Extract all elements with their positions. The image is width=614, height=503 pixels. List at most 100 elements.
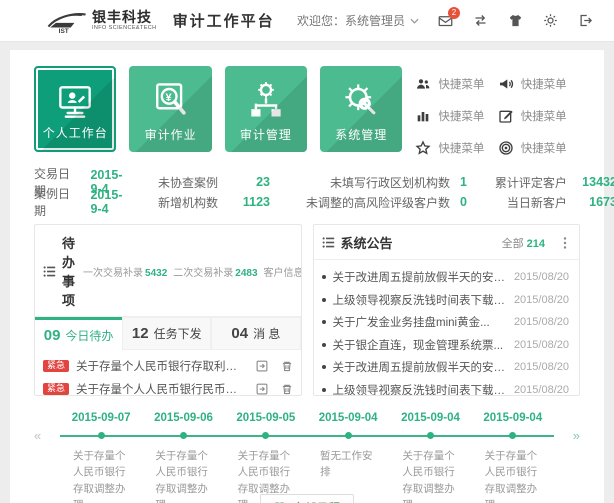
panels: 待办事项 一次交易补录5432 二次交易补录2483 客户信息补录86 09 今… [34,224,580,396]
announcement-item: 关于改进周五提前放假半天的安排通知... 2015/08/20 [322,356,570,379]
page-title: 审计工作平台 [173,10,275,31]
todo-item: 紧急 关于存量个人民币银行存取利率调整... [43,354,293,377]
bullet-icon [322,388,326,392]
quick-menu-label: 快捷菜单 [438,108,484,124]
announcements-title: 系统公告 [341,233,393,252]
gear-icon [543,13,558,28]
timeline-next-button[interactable]: » [573,428,580,443]
logout-button[interactable] [576,12,594,30]
open-item-icon [256,360,268,372]
settings-button[interactable] [541,12,559,30]
brand-logo-icon: IST [46,8,88,34]
announcement-title[interactable]: 关于广发金业务挂盘mini黄金... [333,314,507,330]
timeline-event[interactable]: 2015-09-07 关于存量个人民币银行存取调整办理。 [60,412,142,503]
timeline-event[interactable]: 2015-09-04 暂无工作安排 [307,412,389,503]
chevron-down-icon [410,18,419,24]
stat-label: 未填写行政区划机构数 [300,174,450,191]
todo-item: 紧急 关于存量个人人民币银行民币银行存取利率调整... [43,377,293,396]
stat-value: 23 [230,175,270,189]
trash-icon [281,383,293,395]
announcement-item: 上级领导视察反洗钱时间表下载链接... 2015/08/20 [322,379,570,397]
tab-today-todo[interactable]: 09 今日待办 [35,317,122,350]
quick-menu-item-report[interactable]: 快捷菜单 [415,108,497,124]
quick-menu-label: 快捷菜单 [438,76,484,92]
tab-messages[interactable]: 04 消 息 [211,317,300,350]
quick-menu-label: 快捷菜单 [521,140,567,156]
archive-button[interactable] [256,383,268,395]
announcements-header: 系统公告 全部 214 [314,225,580,260]
quick-menu-item-announce[interactable]: 快捷菜单 [498,76,580,92]
quick-menu-label: 快捷菜单 [521,108,567,124]
mail-badge: 2 [448,7,460,19]
announcement-title[interactable]: 上级领导视察反洗钱时间表下载链接... [333,382,507,396]
view-all-link[interactable]: 全部 214 [502,235,545,251]
tile-audit-work[interactable]: ¥ 审计作业 [129,66,211,152]
stat-value: 1673 [577,195,614,209]
timeline-dot-icon [98,432,105,439]
stat-group-dates: 交易日期2015-9-4 案例日期2015-9-4 [34,172,132,212]
timeline-text: 关于存量个人民币银行存取调整办理。 [472,448,554,503]
brand: IST 银丰科技 INFO SCIENCE&TECH 审计工作平台 [46,8,275,34]
archive-button[interactable] [256,360,268,372]
announcement-title[interactable]: 上级领导视察反洗钱时间表下载链接... [333,292,507,308]
quick-menu-item-edit[interactable]: 快捷菜单 [498,108,580,124]
announcement-date: 2015/08/20 [514,361,569,373]
quick-menu-item-users[interactable]: 快捷菜单 [415,76,497,92]
timeline-event[interactable]: 2015-09-04 关于存量个人民币银行存取调整办理。 [472,412,554,503]
todo-panel-header: 待办事项 一次交易补录5432 二次交易补录2483 客户信息补录86 [35,225,301,317]
quick-menu-item-favorites[interactable]: 快捷菜单 [415,140,497,156]
tab-task-dispatch[interactable]: 12 任务下发 [122,317,211,350]
svg-text:¥: ¥ [165,92,172,104]
announcement-title[interactable]: 关于银企直连，现金管理系统票... [333,337,507,353]
announcement-title[interactable]: 关于改进周五提前放假半天的安排通知... [333,269,507,285]
delete-button[interactable] [281,360,293,372]
timeline-event[interactable]: 2015-09-04 关于存量个人民币银行存取调整办理。 [389,412,471,503]
topbar-actions: 欢迎您：系统管理员 2 [297,12,594,30]
list-icon [43,265,56,278]
quick-menu-item-target[interactable]: 快捷菜单 [498,140,580,156]
todo-item-title[interactable]: 关于存量个人民币银行存取利率调整... [76,358,248,374]
todo-item-title[interactable]: 关于存量个人人民币银行民币银行存取利率调整... [76,381,248,397]
todo-list: 紧急 关于存量个人民币银行存取利率调整... 紧急 关于存量个人人民币银行民币银… [35,350,301,396]
messages-button[interactable]: 2 [436,12,454,30]
announcement-item: 关于广发金业务挂盘mini黄金...2015/08/20 [322,311,570,334]
bar-chart-icon [415,108,431,124]
user-menu[interactable]: 欢迎您：系统管理员 [297,12,419,29]
timeline-dot-icon [262,432,269,439]
bullet-icon [322,298,326,302]
timeline-event[interactable]: 2015-09-06 关于存量个人民币银行存取调整办理。 [142,412,224,503]
timeline-event[interactable]: 2015-09-05 关于存量个人民币银行存取调整办理。 [225,412,307,503]
system-manage-icon [320,78,402,122]
stat-value: 2015-9-4 [90,188,132,216]
tile-audit-manage[interactable]: 审计管理 [225,66,307,152]
tile-personal-workspace[interactable]: 个人工作台 [34,66,116,152]
timeline-prev-button[interactable]: « [34,428,41,443]
bullet-icon [322,365,326,369]
apps-button[interactable] [506,12,524,30]
bullet-icon [322,275,326,279]
timeline-dot-icon [509,432,516,439]
announcement-date: 2015/08/20 [514,384,569,396]
todo-head-stat: 二次交易补录2483 [173,264,257,279]
timeline-dot-icon [180,432,187,439]
switch-button[interactable] [471,12,489,30]
announcement-item: 关于银企直连，现金管理系统票...2015/08/20 [322,334,570,357]
open-item-icon [256,383,268,395]
announcements-more-button[interactable] [559,237,571,249]
top-bar: IST 银丰科技 INFO SCIENCE&TECH 审计工作平台 欢迎您：系统… [0,0,614,42]
stat-label: 新增机构数 [158,194,220,211]
delete-button[interactable] [281,383,293,395]
announcement-icon [498,76,514,92]
company-name: 银丰科技 [92,10,157,24]
stat-label: 当日新客户 [493,194,567,211]
todo-head-stat: 一次交易补录5432 [83,264,167,279]
timeline-date: 2015-09-04 [389,412,471,429]
tile-label: 审计管理 [240,126,292,143]
stat-group-pending: 未填写行政区划机构数1 未调整的高风险评级客户数0 [300,172,467,212]
tile-system-manage[interactable]: 系统管理 [320,66,402,152]
welcome-text: 欢迎您：系统管理员 [297,12,405,29]
timeline-events: 2015-09-07 关于存量个人民币银行存取调整办理。 2015-09-06 … [60,412,554,503]
announcements-panel: 系统公告 全部 214 关于改进周五提前放假半天的安排通知... 2015/08/… [313,224,581,396]
announcement-item: 上级领导视察反洗钱时间表下载链接...2015/08/20 [322,289,570,312]
announcement-title[interactable]: 关于改进周五提前放假半天的安排通知... [333,359,507,375]
